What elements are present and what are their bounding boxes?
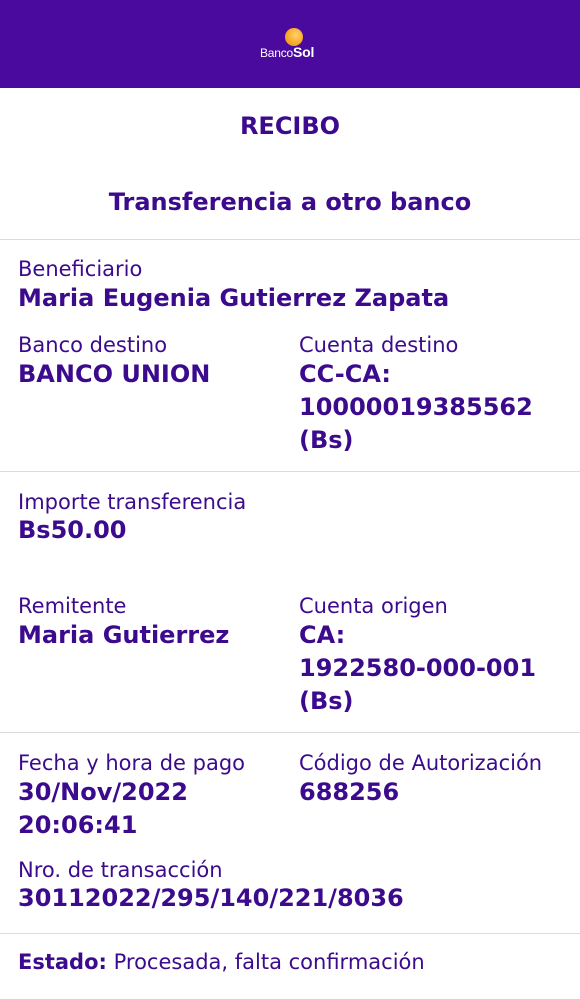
cuenta-destino-label: Cuenta destino [299, 333, 459, 357]
cuenta-destino-line1: CC-CA: [299, 360, 391, 388]
app-header: BancoSol [0, 0, 580, 88]
cuenta-origen-line2: 1922580-000-001 [299, 654, 537, 682]
cuenta-origen-line3: (Bs) [299, 687, 354, 715]
cuenta-origen-line1: CA: [299, 621, 346, 649]
banco-destino-value: BANCO UNION [18, 360, 211, 388]
remitente-label: Remitente [18, 594, 127, 618]
codigo-label: Código de Autorización [299, 751, 543, 775]
receipt-subtitle: Transferencia a otro banco [108, 188, 472, 216]
beneficiario-label: Beneficiario [18, 257, 143, 281]
estado-line: Estado: Procesada, falta confirmación [18, 950, 425, 974]
divider [0, 933, 580, 934]
transaccion-value: 30112022/295/140/221/8036 [18, 884, 404, 912]
importe-value: Bs50.00 [18, 516, 127, 544]
transaccion-label: Nro. de transacción [18, 858, 223, 882]
divider [0, 732, 580, 733]
cuenta-destino-line3: (Bs) [299, 426, 354, 454]
fecha-value: 30/Nov/2022 20:06:41 [18, 776, 188, 842]
divider [0, 471, 580, 472]
cuenta-origen-label: Cuenta origen [299, 594, 448, 618]
codigo-value: 688256 [299, 778, 400, 806]
estado-value: Procesada, falta confirmación [113, 950, 425, 974]
cuenta-origen-value: CA: 1922580-000-001 (Bs) [299, 619, 536, 718]
cuenta-destino-value: CC-CA: 10000019385562 (Bs) [299, 358, 533, 457]
importe-label: Importe transferencia [18, 490, 247, 514]
remitente-value: Maria Gutierrez [18, 621, 230, 649]
bancosol-logo: BancoSol [260, 28, 324, 62]
logo-text: BancoSol [260, 44, 314, 60]
estado-label: Estado: [18, 950, 107, 974]
fecha-line2: 20:06:41 [18, 811, 138, 839]
beneficiario-value: Maria Eugenia Gutierrez Zapata [18, 284, 450, 312]
receipt-title: RECIBO [239, 112, 341, 140]
divider [0, 239, 580, 240]
logo-text-bold: Sol [293, 44, 315, 60]
banco-destino-label: Banco destino [18, 333, 168, 357]
fecha-label: Fecha y hora de pago [18, 751, 245, 775]
logo-text-regular: Banco [260, 46, 294, 60]
cuenta-destino-line2: 10000019385562 [299, 393, 533, 421]
fecha-line1: 30/Nov/2022 [18, 778, 188, 806]
